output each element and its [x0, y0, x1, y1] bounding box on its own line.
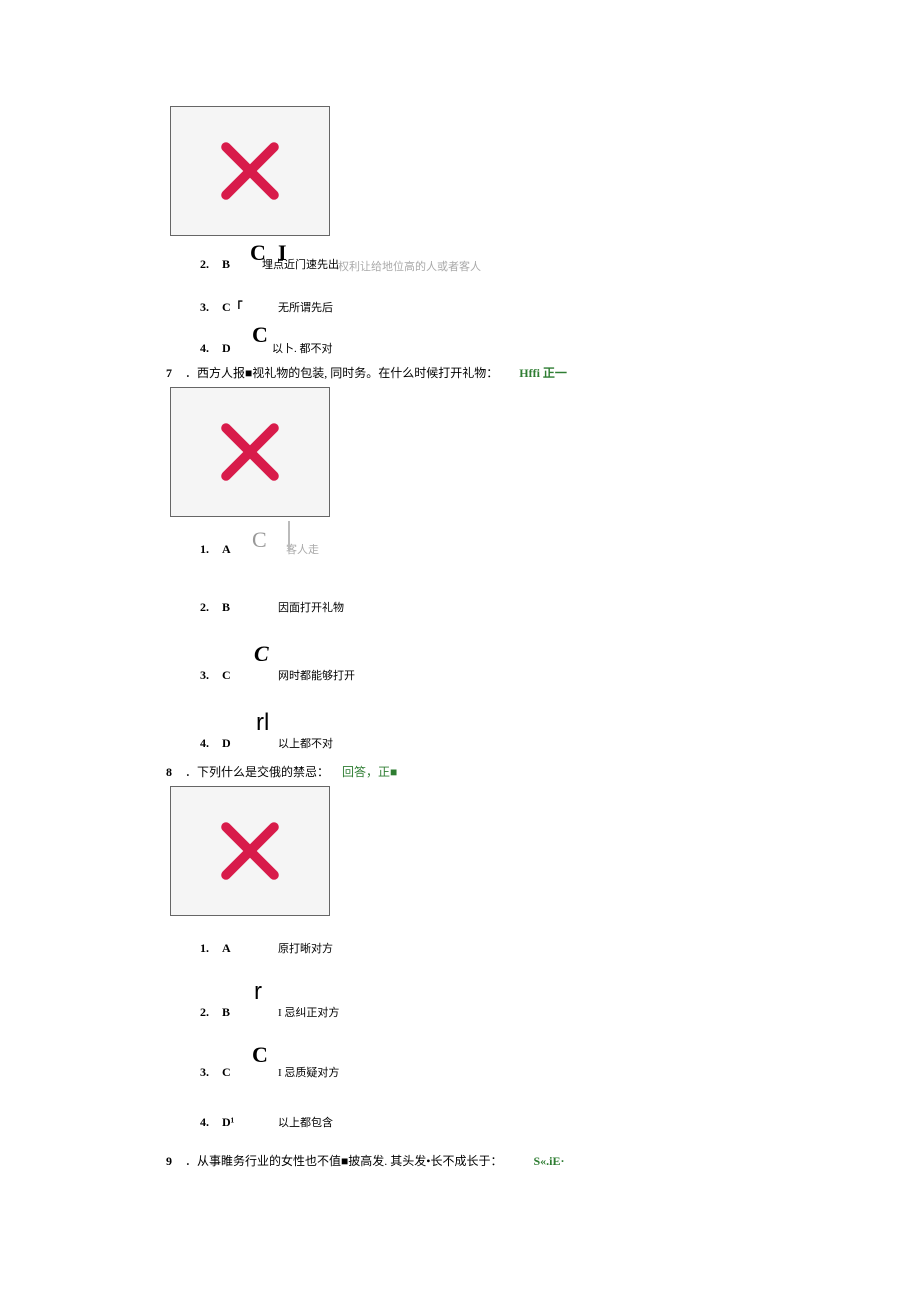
- broken-image-placeholder: [170, 106, 330, 236]
- answer-marker: S«.iE·: [533, 1154, 564, 1168]
- option-text: 客人走: [286, 541, 319, 557]
- glyph-c: C: [252, 322, 268, 348]
- option-letter: D: [222, 341, 250, 356]
- option-number: 2.: [170, 1005, 222, 1020]
- option-letter: D: [222, 736, 250, 751]
- q7-option-1: C 1. A 客人走: [170, 541, 920, 559]
- question-text: ．下列什么是交俄的禁忌：: [185, 765, 329, 779]
- option-text: I 忌质疑对方: [278, 1064, 339, 1080]
- option-text: 埋点近门速先出: [262, 256, 339, 272]
- answer-marker: Hffi 正一: [519, 366, 567, 380]
- glyph-i: I: [278, 240, 287, 266]
- broken-image-placeholder: [170, 387, 330, 517]
- question-text: ．西方人报■视礼物的包装, 同时务。在什么时候打开礼物：: [185, 366, 498, 380]
- q7-option-2: 2. B 因面打开礼物: [170, 599, 920, 617]
- option-number: 1.: [170, 941, 222, 956]
- option-text: I 忌纠正对方: [278, 1004, 339, 1020]
- option-letter: A: [222, 542, 250, 557]
- option-letter: B: [222, 600, 250, 615]
- broken-image-placeholder: [170, 786, 330, 916]
- question-number: 9: [166, 1154, 172, 1168]
- option-text: 以卜. 都不对: [272, 340, 333, 356]
- glyph-c: C: [252, 1042, 268, 1068]
- option-number: 4.: [170, 341, 222, 356]
- answer-marker: 回答，正■: [342, 765, 397, 779]
- q8-option-3: C 3. C I 忌质疑对方: [170, 1064, 920, 1082]
- option-text: 原打晰对方: [278, 940, 333, 956]
- q7-option-4: rl 4. D 以上都不对: [170, 735, 920, 753]
- option-text: 网时都能够打开: [278, 667, 355, 683]
- option-letter: C「: [222, 298, 250, 315]
- option-number: 3.: [170, 668, 222, 683]
- glyph-r: r: [254, 978, 262, 1006]
- option-letter: C: [222, 1065, 250, 1080]
- option-text: 以上都不对: [278, 735, 333, 751]
- option-number: 2.: [170, 600, 222, 615]
- glyph-c-italic: C: [254, 641, 269, 667]
- option-letter: A: [222, 941, 250, 956]
- question-text: ．从事睢务行业的女性也不值■披高发. 其头发•长不成长于：: [185, 1154, 502, 1168]
- x-icon: [210, 811, 290, 891]
- q6-option-2: C I 2. B 埋点近门速先出 权利让给地位高的人或者客人: [170, 256, 920, 274]
- question-8-stem: 8 ．下列什么是交俄的禁忌： 回答，正■: [166, 763, 920, 780]
- option-text: 以上都包含: [278, 1114, 333, 1130]
- option-number: 2.: [170, 257, 222, 272]
- faded-watermark-text: 权利让给地位高的人或者客人: [338, 258, 481, 274]
- option-letter: B: [222, 257, 250, 272]
- glyph-rl: rl: [256, 709, 269, 737]
- option-letter: D¹: [222, 1115, 250, 1130]
- glyph-c: C: [250, 240, 266, 266]
- q8-option-2: r 2. B I 忌纠正对方: [170, 1004, 920, 1022]
- q6-option-3: 3. C「 无所谓先后: [170, 298, 920, 316]
- question-number: 7: [166, 366, 172, 380]
- option-number: 1.: [170, 542, 222, 557]
- question-7-stem: 7 ．西方人报■视礼物的包装, 同时务。在什么时候打开礼物： Hffi 正一: [166, 364, 920, 381]
- option-letter: C: [222, 668, 250, 683]
- option-number: 3.: [170, 300, 222, 315]
- option-text: 因面打开礼物: [278, 599, 344, 615]
- option-number: 4.: [170, 1115, 222, 1130]
- x-icon: [210, 412, 290, 492]
- q8-option-4: 4. D¹ 以上都包含: [170, 1114, 920, 1132]
- option-letter: B: [222, 1005, 250, 1020]
- question-number: 8: [166, 765, 172, 779]
- q6-option-4: C 4. D 以卜. 都不对: [170, 340, 920, 358]
- question-9-stem: 9 ．从事睢务行业的女性也不值■披高发. 其头发•长不成长于： S«.iE·: [166, 1152, 920, 1169]
- divider-line: [288, 521, 290, 551]
- option-text: 无所谓先后: [278, 299, 333, 315]
- option-number: 3.: [170, 1065, 222, 1080]
- q8-option-1: 1. A 原打晰对方: [170, 940, 920, 958]
- q7-option-3: C 3. C 网时都能够打开: [170, 667, 920, 685]
- x-icon: [210, 131, 290, 211]
- glyph-c: C: [252, 527, 267, 553]
- option-number: 4.: [170, 736, 222, 751]
